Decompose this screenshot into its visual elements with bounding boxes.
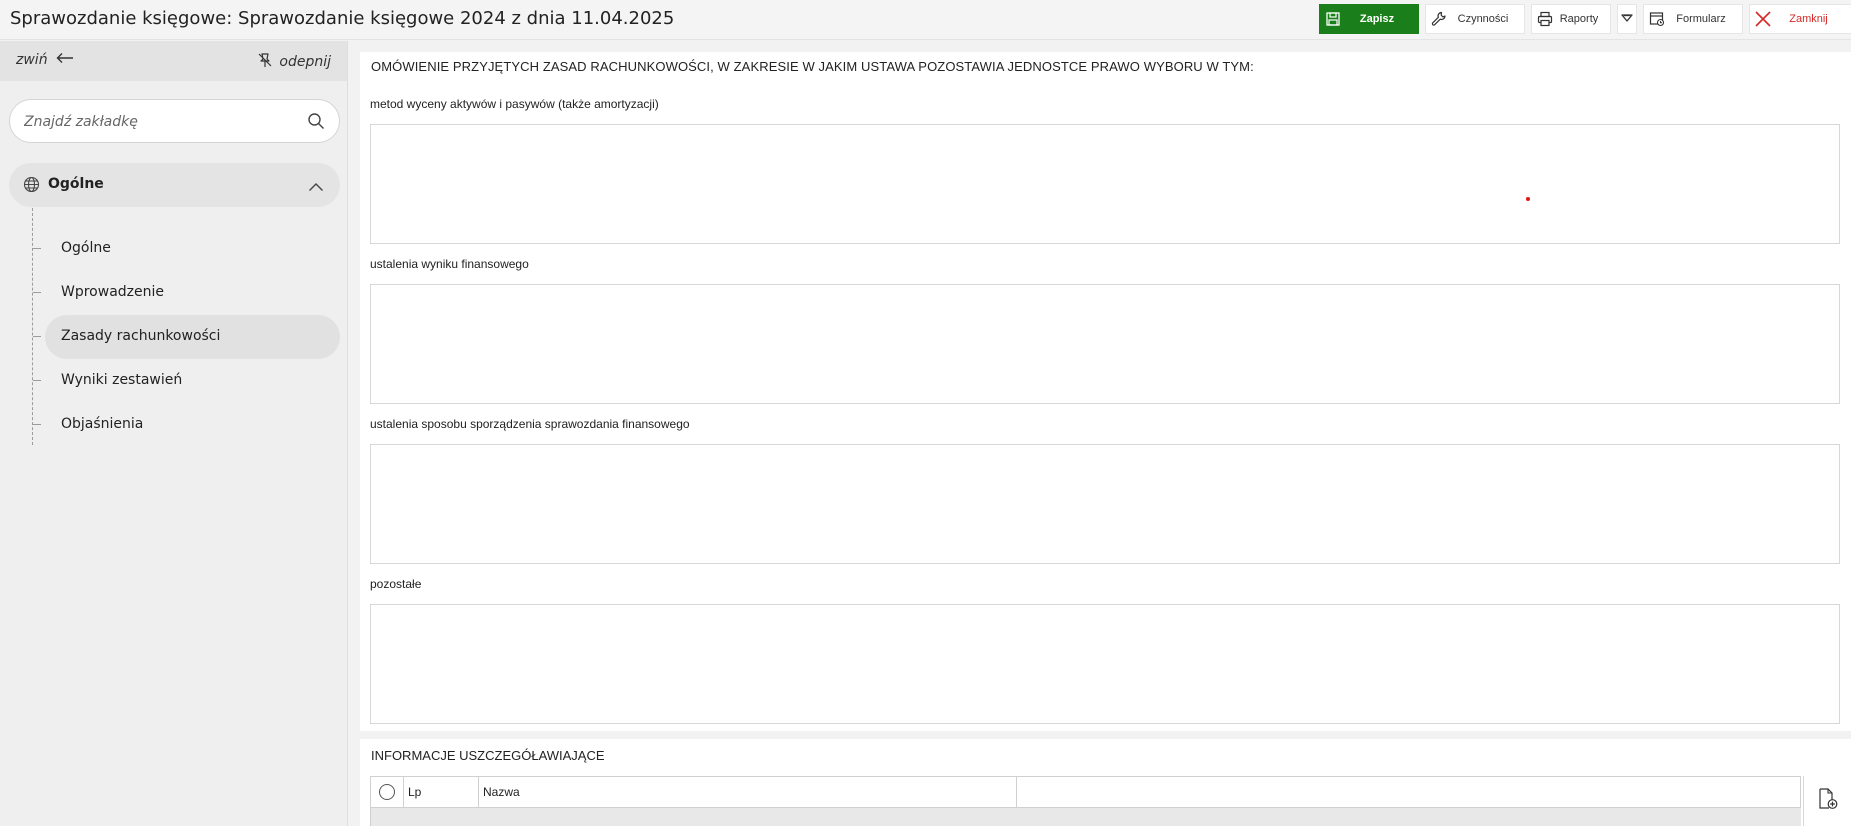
form-label: Formularz <box>1676 13 1726 25</box>
save-button[interactable]: Zapisz <box>1319 4 1419 34</box>
table-tools <box>1803 776 1851 826</box>
financial-result-field[interactable] <box>370 284 1840 404</box>
wrench-icon <box>1426 11 1452 27</box>
tree-branch <box>33 336 41 337</box>
unpin-label: odepnij <box>279 54 331 70</box>
globe-icon <box>23 176 40 198</box>
table-row[interactable] <box>370 808 1801 826</box>
sidebar: zwiń odepnij Ogólne Ogólne <box>0 41 348 826</box>
details-table: Lp Nazwa <box>370 776 1801 826</box>
field-label-financial-result: ustalenia wyniku finansowego <box>370 257 529 271</box>
validation-marker <box>1526 197 1530 201</box>
top-bar: Sprawozdanie księgowe: Sprawozdanie księ… <box>0 0 1851 40</box>
reports-label: Raporty <box>1559 13 1599 25</box>
close-icon <box>1750 10 1776 28</box>
add-document-icon[interactable] <box>1818 788 1838 815</box>
column-header-name[interactable]: Nazwa <box>479 777 1017 807</box>
sidebar-header: zwiń odepnij <box>0 41 347 81</box>
triangle-down-icon <box>1621 13 1633 26</box>
tree-branch <box>33 424 41 425</box>
save-icon <box>1320 12 1346 26</box>
table-header: Lp Nazwa <box>370 776 1801 808</box>
field-label-valuation: metod wyceny aktywów i pasywów (także am… <box>370 97 659 111</box>
toolbar: Zapisz Czynności Raporty Formularz Zamkn… <box>1319 4 1851 34</box>
arrow-left-icon <box>56 52 74 68</box>
tab-search-input[interactable] <box>24 111 294 133</box>
reports-button[interactable]: Raporty <box>1531 4 1611 34</box>
sidebar-item-accounting-principles[interactable]: Zasady rachunkowości <box>33 315 340 359</box>
other-field[interactable] <box>370 604 1840 724</box>
tab-search <box>9 99 340 143</box>
section-title: OMÓWIENIE PRZYJĘTYCH ZASAD RACHUNKOWOŚCI… <box>371 59 1254 74</box>
actions-button[interactable]: Czynności <box>1425 4 1525 34</box>
sidebar-item-general[interactable]: Ogólne <box>33 227 340 271</box>
save-label: Zapisz <box>1359 13 1395 25</box>
page-title: Sprawozdanie księgowe: Sprawozdanie księ… <box>10 8 675 29</box>
valuation-methods-field[interactable] <box>370 124 1840 244</box>
sidebar-item-label: Wyniki zestawień <box>61 372 183 388</box>
unpin-icon <box>257 52 273 72</box>
unpin-button[interactable]: odepnij <box>257 52 331 72</box>
sidebar-group-label: Ogólne <box>48 176 104 192</box>
column-header-empty <box>1017 777 1800 807</box>
form-button[interactable]: Formularz <box>1643 4 1743 34</box>
tree-connector <box>32 208 33 445</box>
sidebar-group-general[interactable]: Ogólne <box>9 163 340 207</box>
statement-method-textarea[interactable] <box>371 445 1839 563</box>
field-label-other: pozostałe <box>370 577 422 591</box>
sidebar-item-introduction[interactable]: Wprowadzenie <box>33 271 340 315</box>
details-panel: INFORMACJE USZCZEGÓŁAWIAJĄCE Lp Nazwa <box>360 739 1851 826</box>
tree-branch <box>33 292 41 293</box>
field-label-statement-method: ustalenia sposobu sporządzenia sprawozda… <box>370 417 690 431</box>
sidebar-item-label: Ogólne <box>61 240 111 256</box>
close-label: Zamknij <box>1789 13 1828 25</box>
search-icon[interactable] <box>307 112 325 135</box>
sidebar-item-label: Zasady rachunkowości <box>61 328 221 344</box>
printer-icon <box>1532 11 1558 27</box>
select-all-radio[interactable] <box>379 784 395 800</box>
tree-branch <box>33 380 41 381</box>
financial-result-textarea[interactable] <box>371 285 1839 403</box>
sidebar-item-label: Wprowadzenie <box>61 284 164 300</box>
sidebar-item-explanations[interactable]: Objaśnienia <box>33 403 340 447</box>
collapse-button[interactable]: zwiń <box>16 52 74 68</box>
collapse-label: zwiń <box>16 52 48 68</box>
sidebar-item-label: Objaśnienia <box>61 416 144 432</box>
details-title: INFORMACJE USZCZEGÓŁAWIAJĄCE <box>371 748 605 763</box>
main-content: OMÓWIENIE PRZYJĘTYCH ZASAD RACHUNKOWOŚCI… <box>360 52 1851 826</box>
valuation-methods-textarea[interactable] <box>371 125 1839 243</box>
tree-branch <box>33 248 41 249</box>
select-all-cell <box>371 777 404 807</box>
chevron-up-icon <box>308 179 324 197</box>
actions-label: Czynności <box>1457 13 1509 25</box>
close-button[interactable]: Zamknij <box>1749 4 1851 34</box>
accounting-principles-panel: OMÓWIENIE PRZYJĘTYCH ZASAD RACHUNKOWOŚCI… <box>360 52 1851 731</box>
statement-method-field[interactable] <box>370 444 1840 564</box>
column-header-lp[interactable]: Lp <box>404 777 479 807</box>
other-textarea[interactable] <box>371 605 1839 723</box>
sidebar-item-statement-results[interactable]: Wyniki zestawień <box>33 359 340 403</box>
reports-dropdown-button[interactable] <box>1617 4 1637 34</box>
form-icon <box>1644 11 1670 27</box>
